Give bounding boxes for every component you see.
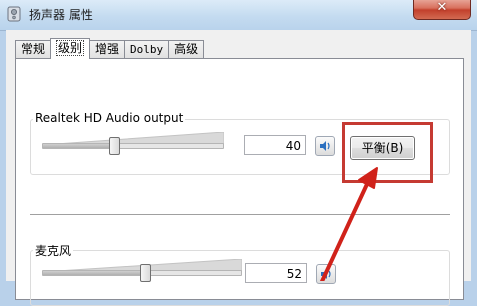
tab-label: 级别 [56, 40, 85, 56]
tab-levels[interactable]: 级别 [50, 38, 91, 59]
